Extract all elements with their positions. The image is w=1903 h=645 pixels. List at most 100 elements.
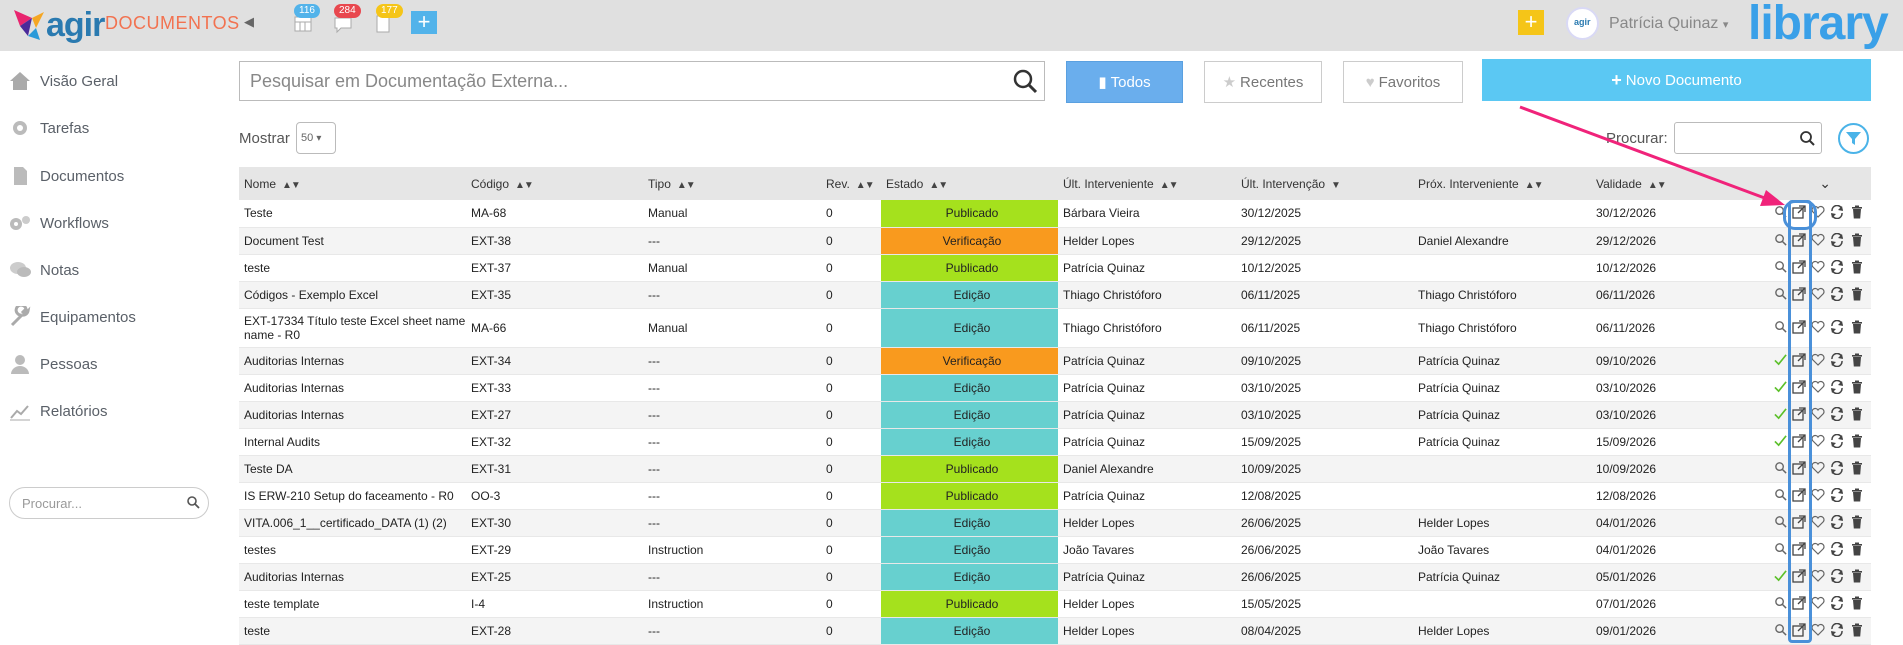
sidebar-item-tarefas[interactable]: Tarefas (8, 113, 208, 143)
open-external-icon[interactable] (1790, 568, 1806, 585)
sidebar-item-workflows[interactable]: Workflows (8, 208, 208, 238)
delete-icon[interactable] (1847, 488, 1863, 504)
open-external-icon[interactable] (1790, 541, 1806, 558)
table-search-input[interactable] (1674, 122, 1822, 154)
refresh-icon[interactable] (1828, 433, 1844, 450)
cell-nome[interactable]: Auditorias Internas (239, 374, 466, 402)
open-external-icon[interactable] (1790, 379, 1806, 396)
new-document-button[interactable]: + Novo Documento (1482, 59, 1871, 101)
document-search-input[interactable]: Pesquisar em Documentação Externa... (239, 61, 1045, 101)
column-header-rev[interactable]: Rev. ▲▼ (821, 167, 881, 200)
view-icon[interactable] (1771, 488, 1787, 504)
cell-nome[interactable]: VITA.006_1__certificado_DATA (1) (2) (239, 509, 466, 537)
column-header-ult-interveniente[interactable]: Últ. Interveniente ▲▼ (1058, 167, 1236, 200)
view-icon[interactable] (1771, 461, 1787, 477)
open-external-icon[interactable] (1790, 406, 1806, 423)
sidebar-item-notas[interactable]: Notas (8, 255, 208, 285)
table-row[interactable]: teste EXT-28 --- 0 Edição Helder Lopes 08/04/2… (239, 617, 1871, 645)
refresh-icon[interactable] (1828, 541, 1844, 558)
refresh-icon[interactable] (1828, 286, 1844, 303)
table-row[interactable]: Teste DA EXT-31 --- 0 Publicado Daniel Alexan… (239, 455, 1871, 483)
refresh-icon[interactable] (1828, 204, 1844, 221)
favorite-icon[interactable] (1809, 515, 1825, 531)
delete-icon[interactable] (1847, 515, 1863, 531)
column-toggle[interactable]: ⌄ (1711, 167, 1871, 200)
user-menu[interactable]: Patrícia Quinaz ▾ (1609, 15, 1728, 33)
delete-icon[interactable] (1847, 205, 1863, 221)
view-icon[interactable] (1771, 623, 1787, 639)
open-external-icon[interactable] (1790, 433, 1806, 450)
table-row[interactable]: EXT-17334 Título teste Excel sheet name … (239, 308, 1871, 348)
favorite-icon[interactable] (1809, 380, 1825, 396)
cell-nome[interactable]: teste (239, 617, 466, 645)
column-header-codigo[interactable]: Código ▲▼ (466, 167, 643, 200)
table-row[interactable]: Document Test EXT-38 --- 0 Verificação Helder… (239, 227, 1871, 255)
cell-nome[interactable]: Document Test (239, 227, 466, 255)
delete-icon[interactable] (1847, 434, 1863, 450)
open-external-icon[interactable] (1790, 352, 1806, 369)
delete-icon[interactable] (1847, 353, 1863, 369)
column-header-estado[interactable]: Estado ▲▼ (881, 167, 1058, 200)
check-icon[interactable] (1771, 569, 1787, 585)
favorite-icon[interactable] (1809, 353, 1825, 369)
delete-icon[interactable] (1847, 542, 1863, 558)
refresh-icon[interactable] (1828, 622, 1844, 639)
view-icon[interactable] (1771, 260, 1787, 276)
cell-nome[interactable]: IS ERW-210 Setup do faceamento - R0 (239, 482, 466, 510)
favorite-icon[interactable] (1809, 233, 1825, 249)
favorite-icon[interactable] (1809, 569, 1825, 585)
table-row[interactable]: teste EXT-37 Manual 0 Publicado Patrícia Quin… (239, 254, 1871, 282)
sidebar-item-documentos[interactable]: Documentos (8, 161, 208, 191)
table-row[interactable]: Internal Audits EXT-32 --- 0 Edição Patrícia … (239, 428, 1871, 456)
filter-recent-button[interactable]: ★ Recentes (1204, 61, 1322, 103)
view-icon[interactable] (1771, 287, 1787, 303)
favorite-icon[interactable] (1809, 596, 1825, 612)
favorite-icon[interactable] (1809, 407, 1825, 423)
delete-icon[interactable] (1847, 287, 1863, 303)
favorite-icon[interactable] (1809, 287, 1825, 303)
delete-icon[interactable] (1847, 320, 1863, 336)
view-icon[interactable] (1771, 320, 1787, 336)
page-size-select[interactable]: 50 ▾ (296, 122, 336, 154)
delete-icon[interactable] (1847, 233, 1863, 249)
open-external-icon[interactable] (1790, 205, 1806, 221)
column-header-validade[interactable]: Validade ▲▼ (1591, 167, 1711, 200)
favorite-icon[interactable] (1809, 623, 1825, 639)
quick-add-button[interactable]: + (411, 11, 437, 34)
refresh-icon[interactable] (1828, 232, 1844, 249)
delete-icon[interactable] (1847, 596, 1863, 612)
open-external-icon[interactable] (1790, 232, 1806, 249)
cell-nome[interactable]: teste (239, 254, 466, 282)
view-icon[interactable] (1771, 515, 1787, 531)
column-header-nome[interactable]: Nome ▲▼ (239, 167, 466, 200)
cell-nome[interactable]: testes (239, 536, 466, 564)
open-external-icon[interactable] (1790, 487, 1806, 504)
column-header-tipo[interactable]: Tipo ▲▼ (643, 167, 821, 200)
open-external-icon[interactable] (1790, 286, 1806, 303)
table-row[interactable]: testes EXT-29 Instruction 0 Edição João Tavar… (239, 536, 1871, 564)
table-row[interactable]: Auditorias Internas EXT-33 --- 0 Edição Patrí… (239, 374, 1871, 402)
table-row[interactable]: IS ERW-210 Setup do faceamento - R0 OO-3-… (239, 482, 1871, 510)
refresh-icon[interactable] (1828, 487, 1844, 504)
table-row[interactable]: Auditorias Internas EXT-27 --- 0 Edição Patrí… (239, 401, 1871, 429)
sidebar-item-equipamentos[interactable]: Equipamentos (8, 302, 208, 332)
agir-logo[interactable]: agir (6, 2, 116, 46)
sidebar-search-input[interactable]: Procurar... (9, 487, 209, 519)
favorite-icon[interactable] (1809, 461, 1825, 477)
delete-icon[interactable] (1847, 407, 1863, 423)
refresh-icon[interactable] (1828, 259, 1844, 276)
check-icon[interactable] (1771, 407, 1787, 423)
open-external-icon[interactable] (1790, 622, 1806, 639)
favorite-icon[interactable] (1809, 320, 1825, 336)
delete-icon[interactable] (1847, 569, 1863, 585)
refresh-icon[interactable] (1828, 460, 1844, 477)
cell-nome[interactable]: Internal Audits (239, 428, 466, 456)
collapse-sidebar-icon[interactable]: ◀ (244, 14, 254, 30)
avatar[interactable]: agir (1566, 7, 1599, 40)
refresh-icon[interactable] (1828, 568, 1844, 585)
table-row[interactable]: Auditorias Internas EXT-34 --- 0 Verificação… (239, 347, 1871, 375)
check-icon[interactable] (1771, 434, 1787, 450)
open-external-icon[interactable] (1790, 514, 1806, 531)
cell-nome[interactable]: Auditorias Internas (239, 347, 466, 375)
view-icon[interactable] (1771, 596, 1787, 612)
